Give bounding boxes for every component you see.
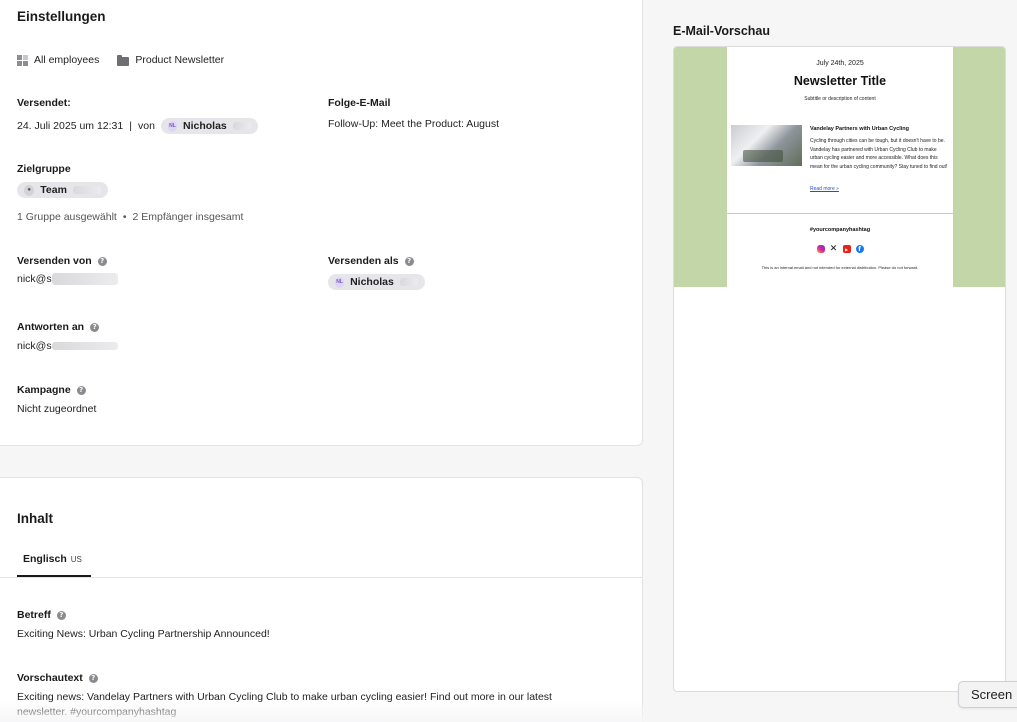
sent-separator: | (129, 120, 132, 132)
email-preview: July 24th, 2025 Newsletter Title Subtitl… (673, 46, 1006, 692)
send-from-label-text: Versenden von (17, 255, 92, 267)
email-subtitle: Subtitle or description of content (804, 96, 876, 102)
sent-label: Versendet: (17, 97, 71, 109)
x-icon[interactable]: ✕ (830, 244, 838, 254)
send-from-value: nick@s (17, 273, 118, 285)
campaign-value: Nicht zugeordnet (17, 403, 97, 415)
sender-chip[interactable]: NL Nicholas (160, 118, 258, 134)
content-heading: Inhalt (17, 511, 53, 526)
help-icon[interactable]: ? (90, 322, 100, 332)
email-footer: This is an internal email and not intend… (761, 265, 919, 270)
campaign-label: Kampagne ? (17, 384, 86, 396)
redacted-block (72, 186, 101, 194)
send-as-value: NL Nicholas (328, 274, 425, 290)
preview-heading: E-Mail-Vorschau (673, 24, 771, 38)
folder-link[interactable]: Product Newsletter (135, 54, 224, 66)
group-chip[interactable]: ● Team (17, 182, 108, 198)
settings-heading: Einstellungen (17, 9, 106, 24)
email-date: July 24th, 2025 (816, 60, 864, 67)
redacted-block (51, 342, 118, 350)
send-as-label: Versenden als ? (328, 255, 414, 267)
group-icon: ● (24, 184, 35, 196)
audience-grid-icon (17, 54, 28, 66)
help-icon[interactable]: ? (76, 385, 86, 395)
preview-text-label: Vorschautext ? (17, 672, 98, 684)
article-title: Vandelay Partners with Urban Cycling (810, 126, 910, 132)
tab-english-label: Englisch (23, 553, 67, 565)
send-as-chip[interactable]: NL Nicholas (328, 274, 425, 290)
breadcrumb: All employees Product Newsletter (17, 54, 224, 66)
tab-english[interactable]: Englisch US (23, 553, 82, 565)
reply-to-label-text: Antworten an (17, 321, 85, 333)
tab-divider (0, 577, 643, 578)
email-divider (727, 213, 953, 214)
preview-text-line-2: newsletter. #yourcompanyhashtag (17, 706, 177, 718)
help-icon[interactable]: ? (56, 610, 66, 620)
instagram-icon[interactable] (816, 245, 825, 253)
help-icon[interactable]: ? (97, 256, 107, 266)
redacted-block (51, 273, 118, 285)
tab-locale: US (70, 555, 82, 564)
email-title: Newsletter Title (793, 74, 887, 88)
settings-card: Einstellungen All employees Product News… (0, 0, 643, 446)
target-label: Zielgruppe (17, 163, 71, 175)
send-as-avatar: NL (335, 276, 345, 288)
sent-date: 24. Juli 2025 um 12:31 (17, 120, 124, 132)
sent-by: von (137, 120, 155, 132)
sent-info: 24. Juli 2025 um 12:31 | von NL Nicholas (17, 118, 258, 134)
read-more-link[interactable]: Read more » (810, 186, 839, 192)
facebook-icon[interactable]: f (855, 245, 864, 253)
reply-to-email: nick@s (17, 340, 52, 352)
group-count: 1 Gruppe ausgewählt (17, 211, 117, 223)
redacted-block (399, 278, 418, 286)
help-icon[interactable]: ? (404, 256, 414, 266)
article-image (731, 125, 802, 166)
send-from-email: nick@s (17, 273, 52, 285)
target-group: ● Team (17, 182, 108, 198)
subject-value: Exciting News: Urban Cycling Partnership… (17, 628, 270, 640)
help-icon[interactable]: ? (88, 673, 98, 683)
reply-to-label: Antworten an ? (17, 321, 100, 333)
preview-text-line-1: Exciting news: Vandelay Partners with Ur… (17, 691, 552, 703)
email-hashtag: #yourcompanyhashtag (809, 227, 871, 233)
social-icons: ✕ ▶ f (727, 244, 953, 254)
campaign-label-text: Kampagne (17, 384, 71, 396)
article-text: Cycling through cities can be tough, but… (810, 138, 948, 170)
content-card: Inhalt Englisch US Betreff ? Exciting New… (0, 477, 643, 722)
preview-text-label-text: Vorschautext (17, 672, 83, 684)
sender-name: Nicholas (183, 120, 227, 132)
screen-tab[interactable]: Screen (958, 681, 1017, 708)
folder-icon (117, 54, 130, 66)
subject-label-text: Betreff (17, 609, 51, 621)
email-body: July 24th, 2025 Newsletter Title Subtitl… (727, 47, 953, 287)
sender-avatar: NL (167, 120, 177, 132)
send-from-label: Versenden von ? (17, 255, 107, 267)
send-as-label-text: Versenden als (328, 255, 399, 267)
youtube-icon[interactable]: ▶ (842, 245, 851, 253)
followup-label: Folge-E-Mail (328, 97, 391, 109)
send-as-name: Nicholas (350, 276, 394, 288)
target-summary: 1 Gruppe ausgewählt • 2 Empfänger insges… (17, 211, 243, 223)
recipient-count: 2 Empfänger insgesamt (132, 211, 244, 223)
audience-link[interactable]: All employees (34, 54, 99, 66)
group-name: Team (40, 184, 67, 196)
reply-to-value: nick@s (17, 340, 118, 352)
subject-label: Betreff ? (17, 609, 66, 621)
bullet-separator: • (122, 211, 127, 223)
followup-value[interactable]: Follow-Up: Meet the Product: August (328, 118, 499, 130)
redacted-block (232, 122, 251, 130)
